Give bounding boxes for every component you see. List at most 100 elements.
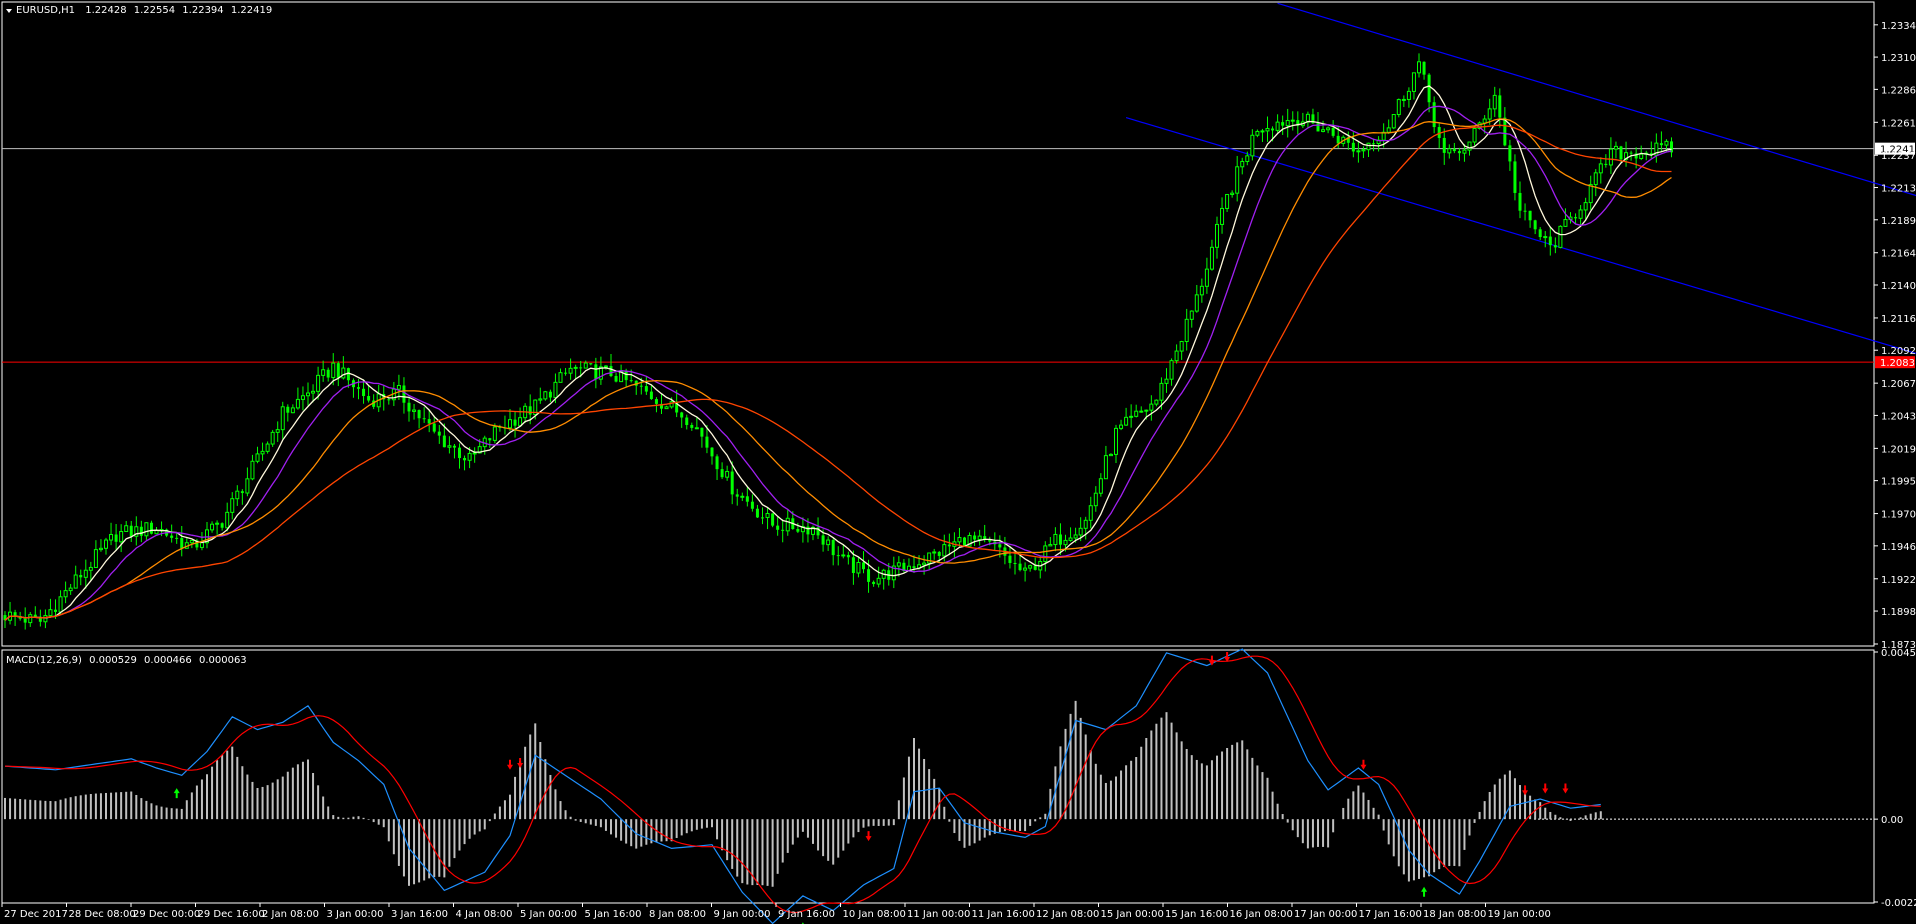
candle-body-up	[1401, 98, 1406, 101]
candle-body-up	[412, 409, 417, 412]
trading-chart[interactable]: 1.20831 1.22419 1.23340 1.23100 1.22860 1.22…	[0, 0, 1916, 924]
candle-body-down	[851, 557, 855, 574]
candle-body-up	[1366, 142, 1371, 151]
candle-body-up	[98, 547, 103, 551]
candle-body-up	[1225, 193, 1230, 209]
candle-body-up	[275, 429, 280, 433]
time-tick-label: 5 Jan 16:00	[585, 909, 642, 920]
candle-body-down	[755, 508, 759, 518]
price-tick-label: 1.19705	[1881, 510, 1916, 521]
candle-body-up	[1356, 150, 1361, 153]
candle-body-down	[1331, 127, 1335, 136]
time-tick-label: 4 Jan 08:00	[456, 909, 513, 920]
candle-body-up	[215, 522, 220, 525]
candle-body-down	[821, 535, 825, 545]
time-tick-label: 18 Jan 08:00	[1423, 909, 1486, 920]
candle-body-up	[341, 367, 346, 379]
candle-body-up	[1386, 127, 1391, 133]
candle-body-down	[639, 385, 643, 387]
candle-body-up	[295, 398, 300, 409]
candle-body-up	[48, 609, 53, 617]
time-tick-label: 29 Dec 16:00	[198, 909, 265, 920]
candle-body-up	[1321, 129, 1326, 132]
price-tick-label: 1.22370	[1881, 151, 1916, 162]
price-tick-label: 1.22130	[1881, 184, 1916, 195]
candle-body-up	[740, 495, 745, 498]
candle-body-up	[28, 614, 33, 624]
candle-body-down	[79, 575, 83, 578]
candle-body-down	[609, 366, 613, 377]
candle-body-up	[1558, 225, 1563, 248]
candle-body-down	[1659, 143, 1663, 146]
price-tick-label: 1.21160	[1881, 314, 1916, 325]
candle-body-down	[730, 471, 734, 495]
candle-body-down	[139, 526, 143, 536]
open-value: 1.22428	[85, 5, 126, 16]
candle-body-up	[225, 511, 230, 529]
candle-body-up	[1467, 141, 1472, 151]
time-tick-label: 9 Jan 16:00	[778, 909, 835, 920]
candle-body-up	[1149, 403, 1154, 411]
candle-body-up	[1492, 94, 1497, 110]
time-tick-label: 12 Jan 08:00	[1036, 909, 1099, 920]
macd-tick-label: 0.004572	[1881, 648, 1916, 659]
price-tick-label: 1.22860	[1881, 85, 1916, 96]
level-price-label: 1.20831	[1880, 358, 1916, 369]
candle-body-up	[1588, 184, 1593, 204]
candle-body-up	[1578, 209, 1583, 219]
candle-body-up	[1124, 416, 1129, 426]
price-tick-label: 1.20675	[1881, 379, 1916, 390]
candle-body-up	[1639, 153, 1644, 159]
candle-body-down	[710, 447, 714, 457]
candle-body-down	[1432, 102, 1436, 128]
candle-body-up	[124, 525, 129, 533]
candle-body-down	[1013, 562, 1017, 564]
candle-body-up	[472, 452, 477, 455]
candle-body-up	[1169, 360, 1174, 380]
candle-body-up	[88, 566, 93, 571]
candle-body-up	[1487, 108, 1492, 120]
candle-body-up	[573, 366, 578, 369]
candle-body-down	[685, 417, 689, 425]
candle-body-down	[548, 391, 552, 398]
candle-body-up	[1472, 127, 1477, 143]
candle-body-up	[1543, 236, 1548, 239]
candle-body-up	[1043, 545, 1048, 562]
candle-body-up	[1129, 415, 1134, 418]
candle-body-up	[1326, 127, 1331, 131]
candle-body-up	[957, 537, 962, 543]
candle-body-down	[579, 367, 583, 369]
candle-body-up	[280, 406, 285, 431]
candle-body-up	[321, 369, 326, 376]
candle-body-up	[144, 522, 149, 537]
candle-body-down	[644, 386, 648, 392]
candle-body-down	[654, 399, 658, 404]
price-tick-label: 1.22615	[1881, 118, 1916, 129]
candle-body-up	[260, 450, 265, 455]
candle-body-down	[796, 528, 800, 532]
candle-body-up	[1255, 130, 1260, 136]
candle-body-down	[831, 540, 835, 556]
candle-body-up	[331, 362, 336, 379]
candle-body-down	[114, 534, 118, 542]
candle-body-up	[927, 552, 932, 564]
candle-body-up	[83, 569, 88, 578]
candle-body-down	[175, 537, 179, 539]
candle-body-down	[1619, 146, 1623, 160]
candle-body-down	[1336, 135, 1340, 144]
candle-body-down	[362, 388, 366, 397]
candle-body-up	[68, 587, 73, 592]
candle-body-down	[488, 438, 492, 441]
candle-body-up	[265, 443, 270, 452]
candle-body-down	[1351, 142, 1355, 152]
candle-body-down	[180, 538, 184, 549]
candle-body-down	[1533, 220, 1537, 230]
candle-body-up	[1134, 410, 1139, 417]
candle-body-up	[1063, 539, 1068, 546]
candle-body-up	[230, 498, 235, 513]
candle-body-up	[1245, 155, 1250, 162]
candle-body-down	[513, 419, 517, 426]
candle-body-down	[220, 523, 224, 528]
low-value: 1.22394	[182, 5, 223, 16]
candle-body-down	[771, 513, 775, 526]
